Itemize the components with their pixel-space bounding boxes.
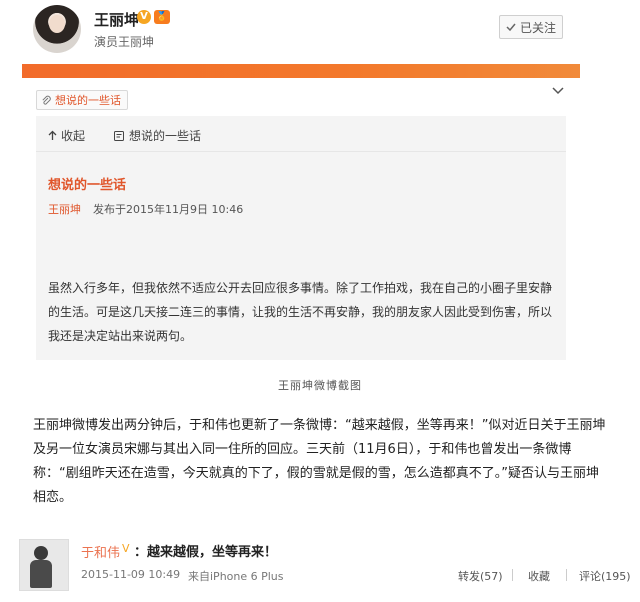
news-paragraph: 王丽坤微博发出两分钟后，于和伟也更新了一条微博：“越来越假，坐等再来！”似对近日…	[33, 418, 606, 505]
action-divider	[512, 569, 513, 581]
follow-button[interactable]: 已关注	[499, 15, 563, 39]
follow-button-label: 已关注	[519, 20, 556, 35]
favorite-button[interactable]: 收藏	[528, 568, 550, 584]
comment-button[interactable]: 评论(195)	[579, 568, 631, 584]
level-badge-icon: 🏅	[154, 10, 170, 24]
card-toolbar: 收起 想说的一些话	[36, 116, 566, 152]
post-verified-icon: V	[122, 542, 130, 555]
action-divider	[566, 569, 567, 581]
weibo-post: 于和伟 V ：越来越假，坐等再来！ 2015-11-09 10:49 来自iPh…	[0, 528, 640, 602]
article-card: 收起 想说的一些话 想说的一些话 王丽坤 发布于2015年11月9日 10:46…	[36, 116, 566, 360]
profile-subtitle: 演员王丽坤	[94, 35, 155, 49]
checkmark-icon	[506, 23, 516, 32]
article-body: 虽然入行多年，但我依然不适应公开去回应很多事情。除了工作拍戏，我在自己的小圈子里…	[48, 281, 553, 343]
collapse-button[interactable]: 收起	[48, 127, 85, 144]
post-text: ：越来越假，坐等再来！	[134, 545, 278, 560]
topic-tag-label: 想说的一些话	[55, 94, 121, 107]
article-link-icon	[114, 130, 124, 141]
post-time[interactable]: 2015-11-09 10:49	[81, 568, 180, 581]
post-avatar[interactable]	[19, 539, 69, 591]
article-title: 想说的一些话	[48, 178, 127, 193]
profile-name[interactable]: 王丽坤	[94, 9, 139, 30]
article-publish-date: 发布于2015年11月9日 10:46	[93, 203, 244, 216]
arrow-up-icon	[48, 130, 57, 140]
profile-avatar[interactable]	[33, 5, 81, 53]
chevron-down-icon[interactable]	[551, 86, 565, 96]
article-link[interactable]: 想说的一些话	[113, 127, 201, 144]
repost-button[interactable]: 转发(57)	[458, 568, 503, 584]
collapse-label: 收起	[61, 129, 86, 143]
profile-header: 王丽坤 V 🏅 演员王丽坤 已关注	[0, 0, 640, 62]
image-caption: 王丽坤微博截图	[278, 379, 362, 392]
topic-tag[interactable]: 想说的一些话	[36, 90, 128, 110]
post-author-name[interactable]: 于和伟	[81, 542, 120, 561]
article-link-label: 想说的一些话	[129, 129, 202, 143]
article-banner	[22, 64, 580, 78]
article-author[interactable]: 王丽坤	[48, 201, 81, 217]
paperclip-icon	[42, 95, 51, 105]
post-source: 来自iPhone 6 Plus	[188, 570, 284, 583]
verified-badge-icon: V	[137, 10, 151, 24]
